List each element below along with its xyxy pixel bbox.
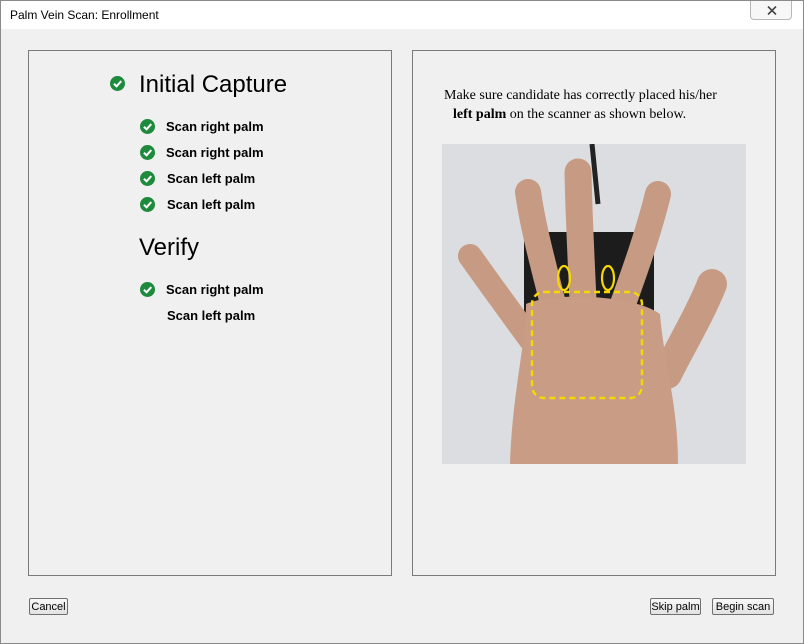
- instruction-text: Make sure candidate has correctly placed…: [444, 86, 744, 124]
- instruction-line-2: left palm on the scanner as shown below.: [444, 105, 744, 124]
- instruction-line-1: Make sure candidate has correctly placed…: [444, 88, 717, 103]
- begin-scan-button[interactable]: Begin scan: [712, 598, 774, 615]
- cancel-button[interactable]: Cancel: [29, 598, 68, 615]
- capture-step-3: Scan left palm: [167, 171, 256, 186]
- capture-step-4: Scan left palm: [167, 197, 256, 212]
- close-icon: [767, 6, 777, 15]
- verify-heading: Verify: [139, 234, 200, 261]
- check-circle-icon: [140, 145, 155, 160]
- capture-step-2: Scan right palm: [166, 145, 264, 160]
- instruction-line-2-rest: on the scanner as shown below.: [506, 107, 687, 122]
- check-circle-icon: [140, 171, 155, 186]
- verify-step-2: Scan left palm: [167, 308, 256, 323]
- capture-step-1: Scan right palm: [166, 119, 264, 134]
- skip-palm-button[interactable]: Skip palm: [650, 598, 701, 615]
- check-circle-icon: [110, 76, 125, 91]
- initial-capture-heading: Initial Capture: [139, 71, 288, 98]
- check-circle-icon: [140, 282, 155, 297]
- window-title: Palm Vein Scan: Enrollment: [10, 8, 159, 22]
- palm-placement-image: [442, 144, 746, 464]
- check-circle-icon: [140, 119, 155, 134]
- verify-step-1: Scan right palm: [166, 282, 264, 297]
- check-circle-icon: [140, 197, 155, 212]
- instruction-emphasis: left palm: [453, 107, 507, 122]
- title-bar: Palm Vein Scan: Enrollment: [1, 1, 803, 29]
- close-button[interactable]: [750, 1, 792, 20]
